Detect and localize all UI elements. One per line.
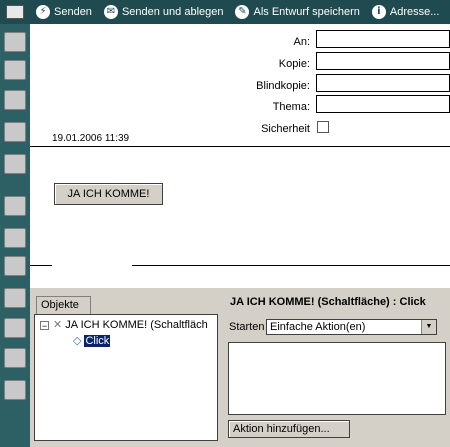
cross-icon: ✕ [53,319,63,331]
info-icon[interactable] [4,256,26,276]
action-panel-title: JA ICH KOMME! (Schaltfläche) : Click [230,296,426,308]
tree-root-item[interactable]: ✕ JA ICH KOMME! (Schaltfläch [53,318,213,331]
send-label: Senden [54,6,92,18]
chevron-down-icon[interactable]: ▼ [421,320,436,334]
to-label: An: [293,36,310,48]
to-field[interactable] [316,30,450,48]
tree-child-item[interactable]: ◇ Click [73,334,111,347]
tree-root-label: JA ICH KOMME! (Schaltfläch [65,319,208,331]
message-date: 19.01.2006 11:39 [52,133,130,144]
diamond-icon: ◇ [73,335,82,347]
toolbar: ⚡ Senden ✉ Senden und ablegen ✎ Als Entw… [0,0,450,24]
send-file-icon: ✉ [103,5,118,19]
ja-ich-komme-button[interactable]: JA ICH KOMME! [54,183,163,205]
folder-icon[interactable] [4,318,26,338]
body-rule-right [132,265,450,266]
phone-icon[interactable] [4,122,26,142]
save-draft-button[interactable]: ✎ Als Entwurf speichern [229,0,365,24]
save-draft-label: Als Entwurf speichern [253,6,360,18]
table-icon[interactable] [4,196,26,216]
security-checkbox[interactable] [317,121,329,133]
calendar-icon[interactable] [4,32,26,52]
objects-tree[interactable]: − ✕ JA ICH KOMME! (Schaltfläch ◇ Click [34,314,218,441]
tree-child-label: Click [84,334,111,347]
header-divider [30,146,450,147]
address-button[interactable]: i Adresse... [366,0,446,24]
action-panel: JA ICH KOMME! (Schaltfläche) : Click Sta… [226,288,450,447]
send-and-file-button[interactable]: ✉ Senden und ablegen [98,0,230,24]
action-type-value: Einfache Aktion(en) [270,321,366,333]
bcc-label: Blindkopie: [256,80,310,92]
chat-icon[interactable] [4,154,26,174]
subject-label: Thema: [272,101,310,113]
message-header: 19.01.2006 11:39 An: Kopie: Blindkopie: … [30,24,450,146]
book-icon[interactable] [4,288,26,308]
cc-label: Kopie: [278,58,310,70]
address-icon: i [371,5,386,19]
lightning-icon: ⚡ [36,5,50,19]
send-and-file-label: Senden und ablegen [121,6,224,18]
cc-field[interactable] [316,52,450,70]
address-label: Adresse... [389,6,440,18]
action-editor[interactable] [228,342,446,415]
starten-label: Starten [229,321,265,333]
subject-field[interactable] [316,95,450,113]
todo-icon[interactable] [4,90,26,110]
draft-icon: ✎ [235,5,250,19]
globe-icon[interactable] [4,348,26,368]
design-panel: Objekte − ✕ JA ICH KOMME! (Schaltfläch ◇… [30,288,450,447]
left-sidebar [0,24,30,447]
tab-objects[interactable]: Objekte [36,296,91,314]
notes-icon[interactable] [4,380,26,400]
body-rule-left [30,265,52,266]
collapse-icon[interactable]: − [40,321,49,331]
tools-icon[interactable] [4,228,26,248]
action-type-select[interactable]: Einfache Aktion(en) ▼ [266,319,437,335]
bcc-field[interactable] [316,74,450,92]
send-button[interactable]: ⚡ Senden [30,0,98,24]
mail-icon[interactable] [0,0,30,24]
add-action-button[interactable]: Aktion hinzufügen... [228,420,350,438]
security-label: Sicherheit [261,123,310,135]
map-icon[interactable] [4,60,26,80]
